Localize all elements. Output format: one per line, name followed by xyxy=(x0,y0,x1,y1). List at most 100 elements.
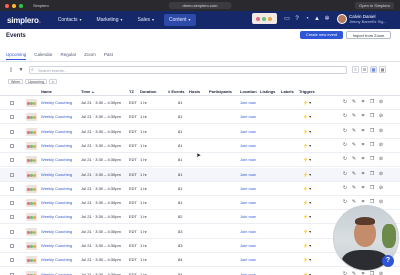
join-now-link[interactable]: Join now xyxy=(240,172,256,177)
triggers-dropdown[interactable]: ⚡ ▾ xyxy=(303,129,311,134)
event-name-link[interactable]: Weekly Coaching xyxy=(41,129,72,134)
join-now-link[interactable]: Join now xyxy=(240,100,256,105)
event-name-link[interactable]: Weekly Coaching xyxy=(41,172,72,177)
chart-icon[interactable]: ⌗ xyxy=(360,142,366,149)
col-triggers[interactable]: Triggers xyxy=(299,89,315,94)
row-checkbox[interactable] xyxy=(10,244,14,248)
col-labels[interactable]: Labels xyxy=(281,89,294,94)
row-checkbox[interactable] xyxy=(10,186,14,191)
event-name-link[interactable]: Weekly Coaching xyxy=(41,214,72,219)
col-participants[interactable]: Participants xyxy=(209,89,232,94)
chart-icon[interactable]: ⌗ xyxy=(360,171,366,178)
link-icon[interactable]: ⊘ xyxy=(378,156,384,163)
table-view-icon[interactable]: ▦ xyxy=(370,66,377,73)
graduation-icon[interactable]: ▲ xyxy=(314,16,320,22)
join-now-link[interactable]: Join now xyxy=(240,214,256,219)
create-event-button[interactable]: Create new event xyxy=(300,31,343,39)
triggers-dropdown[interactable]: ⚡ ▾ xyxy=(303,200,311,205)
triggers-dropdown[interactable]: ⚡ ▾ xyxy=(303,100,311,105)
col-location[interactable]: Location xyxy=(240,89,257,94)
link-icon[interactable]: ⊘ xyxy=(378,113,384,120)
row-checkbox[interactable] xyxy=(10,258,14,263)
sidebar-toggle-icon[interactable]: ▯ xyxy=(8,67,14,73)
triggers-dropdown[interactable]: ⚡ ▾ xyxy=(303,114,311,119)
list-view-icon[interactable]: ☰ xyxy=(361,66,368,73)
event-name-link[interactable]: Weekly Coaching xyxy=(41,186,72,191)
chart-icon[interactable]: ⌗ xyxy=(360,271,366,275)
close-window-button[interactable] xyxy=(5,3,9,8)
tab-regular[interactable]: Regular xyxy=(61,52,77,60)
notification-thumbnail[interactable] xyxy=(252,13,277,24)
open-in-app-button[interactable]: Open in Simplero xyxy=(355,2,394,9)
avatar[interactable] xyxy=(337,14,347,24)
triggers-dropdown[interactable]: ⚡ ▾ xyxy=(303,157,311,162)
tab-upcoming[interactable]: Upcoming xyxy=(6,52,27,60)
help-icon[interactable]: ? xyxy=(294,16,300,22)
join-now-link[interactable]: Join now xyxy=(240,272,256,275)
event-name-link[interactable]: Weekly Coaching xyxy=(41,243,72,248)
event-name-link[interactable]: Weekly Coaching xyxy=(41,229,72,234)
col-duration[interactable]: Duration xyxy=(140,89,156,94)
col-listings[interactable]: Listings xyxy=(260,89,275,94)
join-now-link[interactable]: Join now xyxy=(240,229,256,234)
join-now-link[interactable]: Join now xyxy=(240,114,256,119)
join-now-link[interactable]: Join now xyxy=(240,257,256,262)
edit-icon[interactable]: ✎ xyxy=(351,142,357,149)
triggers-dropdown[interactable]: ⚡ ▾ xyxy=(303,186,311,191)
triggers-dropdown[interactable]: ⚡ ▾ xyxy=(303,229,311,234)
link-icon[interactable]: ⊘ xyxy=(378,142,384,149)
copy-icon[interactable]: ❐ xyxy=(369,128,375,135)
row-checkbox[interactable] xyxy=(10,143,14,148)
help-chat-button[interactable]: ? xyxy=(382,255,394,267)
chart-icon[interactable]: ⌗ xyxy=(360,99,366,106)
col-name[interactable]: Name xyxy=(41,89,52,94)
col-events[interactable]: # Events xyxy=(168,89,184,94)
edit-icon[interactable]: ✎ xyxy=(351,271,357,275)
refresh-icon[interactable]: ↻ xyxy=(342,142,348,149)
copy-icon[interactable]: ❐ xyxy=(369,271,375,275)
event-name-link[interactable]: Weekly Coaching xyxy=(41,114,72,119)
col-time[interactable]: Time ▲ xyxy=(81,89,94,94)
row-checkbox[interactable] xyxy=(10,101,14,105)
import-zoom-button[interactable]: Import from Zoom xyxy=(346,31,391,39)
col-hosts[interactable]: Hosts xyxy=(189,89,200,94)
nav-item-marketing[interactable]: Marketing ▾ xyxy=(92,14,128,26)
copy-icon[interactable]: ❐ xyxy=(369,142,375,149)
edit-icon[interactable]: ✎ xyxy=(351,171,357,178)
row-checkbox[interactable] xyxy=(10,158,14,163)
event-name-link[interactable]: Weekly Coaching xyxy=(41,272,72,275)
filter-chip-remove[interactable]: × xyxy=(48,79,57,84)
tab-calendar[interactable]: Calendar xyxy=(34,52,52,60)
copy-icon[interactable]: ❐ xyxy=(369,99,375,106)
address-bar[interactable]: demo.simplero.com xyxy=(168,2,232,9)
refresh-icon[interactable]: ↻ xyxy=(342,99,348,106)
table-row[interactable]: Weekly Coaching Jul 21 · 3:30 – 4:30pm EDT… xyxy=(0,110,400,125)
event-name-link[interactable]: Weekly Coaching xyxy=(41,157,72,162)
event-name-link[interactable]: Weekly Coaching xyxy=(41,257,72,262)
nav-item-sales[interactable]: Sales ▾ xyxy=(133,14,160,26)
row-checkbox[interactable] xyxy=(10,229,14,234)
event-name-link[interactable]: Weekly Coaching xyxy=(41,100,72,105)
nav-item-contacts[interactable]: Contacts ▾ xyxy=(53,14,87,26)
chart-icon[interactable]: ⌗ xyxy=(360,185,366,192)
refresh-icon[interactable]: ↻ xyxy=(342,185,348,192)
link-icon[interactable]: ⊘ xyxy=(378,271,384,275)
row-checkbox[interactable] xyxy=(10,172,14,177)
refresh-icon[interactable]: ↻ xyxy=(342,156,348,163)
link-icon[interactable]: ⊘ xyxy=(378,171,384,178)
copy-icon[interactable]: ❐ xyxy=(369,185,375,192)
join-now-link[interactable]: Join now xyxy=(240,243,256,248)
chart-icon[interactable]: ⌗ xyxy=(360,128,366,135)
link-icon[interactable]: ⊘ xyxy=(378,185,384,192)
copy-icon[interactable]: ❐ xyxy=(369,113,375,120)
filter-chip-value[interactable]: Upcoming xyxy=(25,79,47,84)
edit-icon[interactable]: ✎ xyxy=(351,156,357,163)
col-tz[interactable]: TZ xyxy=(129,89,134,94)
row-checkbox[interactable] xyxy=(10,129,14,134)
event-name-link[interactable]: Weekly Coaching xyxy=(41,143,72,148)
link-icon[interactable]: ⊘ xyxy=(378,128,384,135)
user-menu[interactable]: Calvin Daniel Jimmy Barrett's Sig... xyxy=(349,14,387,24)
table-row[interactable]: Weekly Coaching Jul 21 · 3:30 – 4:30pm EDT… xyxy=(0,125,400,139)
refresh-icon[interactable]: ↻ xyxy=(342,113,348,120)
table-row[interactable]: Weekly Coaching Jul 21 · 3:30 – 4:30pm EDT… xyxy=(0,167,400,182)
